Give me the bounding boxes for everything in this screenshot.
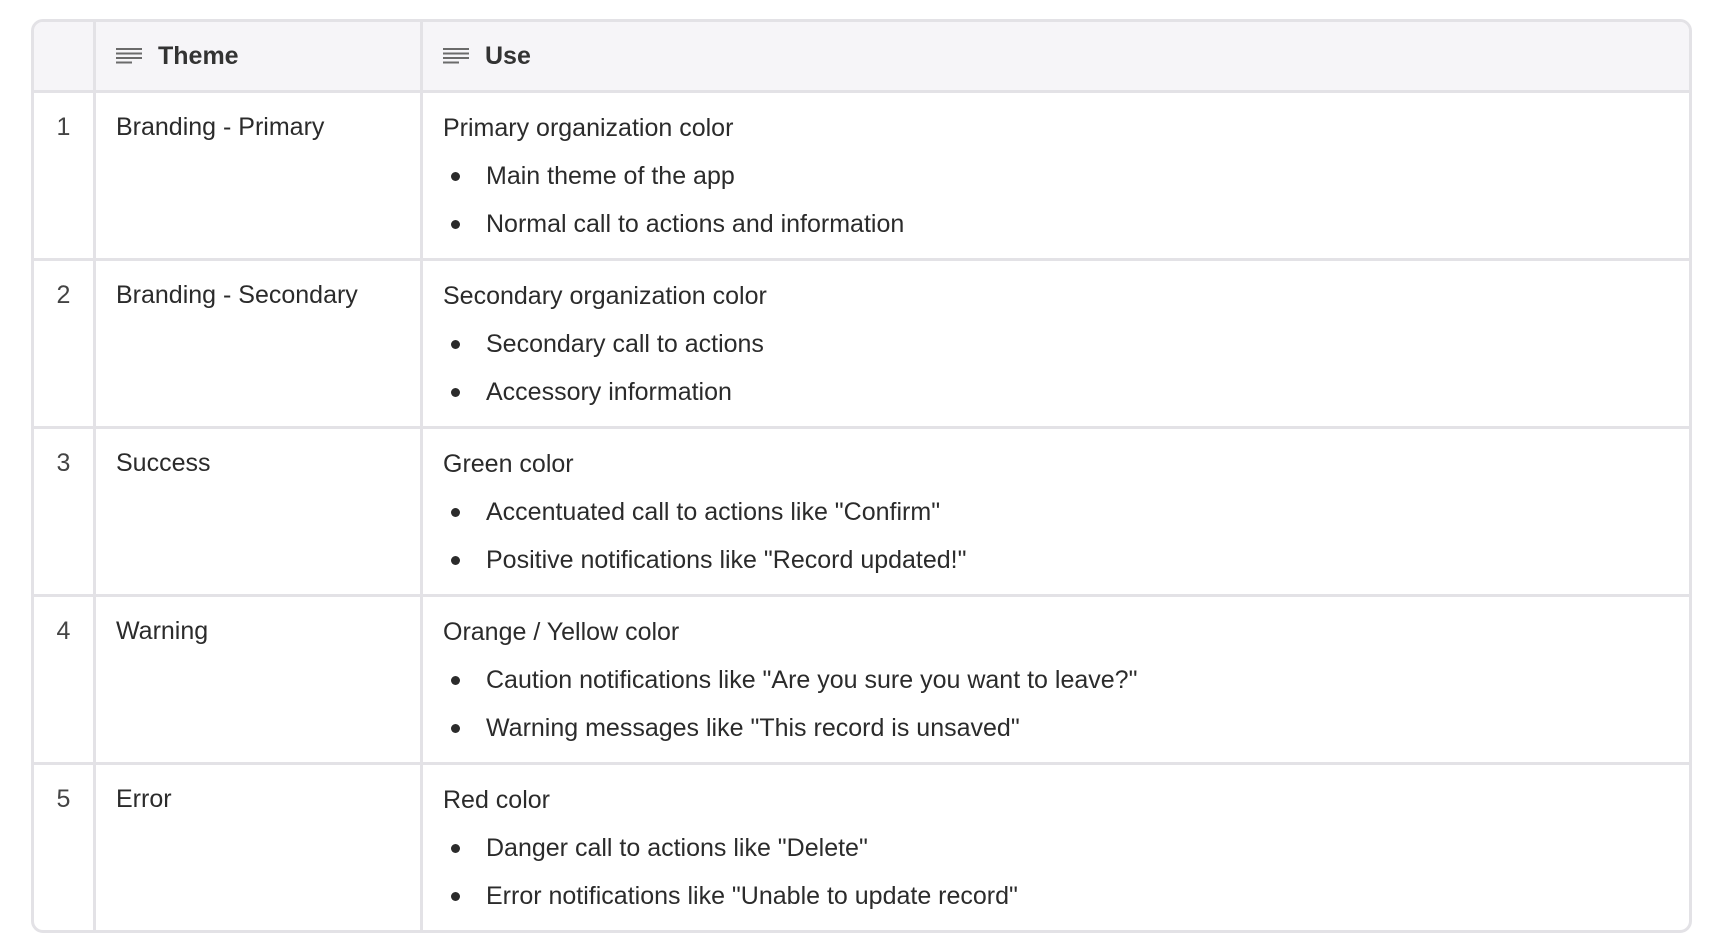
list-item-text: Danger call to actions like "Delete" <box>486 834 868 862</box>
bullet-icon <box>451 844 460 853</box>
list-item: Main theme of the app <box>443 161 1689 191</box>
bullet-icon <box>451 556 460 565</box>
use-bullet-list: Caution notifications like "Are you sure… <box>443 665 1689 743</box>
list-item: Positive notifications like "Record upda… <box>443 545 1689 575</box>
table-row[interactable]: 5 Error Red color Danger call to actions… <box>34 762 1689 930</box>
use-bullet-list: Accentuated call to actions like "Confir… <box>443 497 1689 575</box>
list-item-text: Main theme of the app <box>486 162 735 190</box>
theme-cell[interactable]: Success <box>93 429 420 594</box>
bullet-icon <box>451 724 460 733</box>
use-cell[interactable]: Red color Danger call to actions like "D… <box>420 765 1689 930</box>
row-index: 3 <box>56 449 71 477</box>
text-lines-icon <box>443 48 469 64</box>
table-header-row: Theme Use <box>34 22 1689 90</box>
use-title: Red color <box>443 786 550 814</box>
bullet-icon <box>451 172 460 181</box>
bullet-icon <box>451 388 460 397</box>
theme-cell[interactable]: Branding - Secondary <box>93 261 420 426</box>
list-item: Accentuated call to actions like "Confir… <box>443 497 1689 527</box>
list-item: Caution notifications like "Are you sure… <box>443 665 1689 695</box>
table-row[interactable]: 1 Branding - Primary Primary organizatio… <box>34 90 1689 258</box>
list-item-text: Accentuated call to actions like "Confir… <box>486 498 941 526</box>
list-item-text: Warning messages like "This record is un… <box>486 714 1020 742</box>
theme-cell[interactable]: Warning <box>93 597 420 762</box>
list-item: Accessory information <box>443 377 1689 407</box>
list-item-text: Error notifications like "Unable to upda… <box>486 882 1018 910</box>
use-title: Green color <box>443 450 574 478</box>
use-title: Primary organization color <box>443 114 734 142</box>
theme-cell[interactable]: Branding - Primary <box>93 93 420 258</box>
use-title: Secondary organization color <box>443 282 767 310</box>
row-index: 2 <box>56 281 71 309</box>
use-cell[interactable]: Primary organization color Main theme of… <box>420 93 1689 258</box>
header-use-label: Use <box>485 41 531 70</box>
list-item: Normal call to actions and information <box>443 209 1689 239</box>
table-row[interactable]: 3 Success Green color Accentuated call t… <box>34 426 1689 594</box>
list-item-text: Accessory information <box>486 378 732 406</box>
use-bullet-list: Danger call to actions like "Delete" Err… <box>443 833 1689 911</box>
list-item-text: Normal call to actions and information <box>486 210 905 238</box>
use-bullet-list: Main theme of the app Normal call to act… <box>443 161 1689 239</box>
list-item: Warning messages like "This record is un… <box>443 713 1689 743</box>
header-theme-label: Theme <box>158 41 239 70</box>
bullet-icon <box>451 220 460 229</box>
text-lines-icon <box>116 48 142 64</box>
use-cell[interactable]: Orange / Yellow color Caution notificati… <box>420 597 1689 762</box>
list-item-text: Positive notifications like "Record upda… <box>486 546 967 574</box>
header-index-cell <box>34 22 93 90</box>
list-item: Error notifications like "Unable to upda… <box>443 881 1689 911</box>
row-index: 4 <box>56 617 71 645</box>
table-row[interactable]: 2 Branding - Secondary Secondary organiz… <box>34 258 1689 426</box>
use-title: Orange / Yellow color <box>443 618 680 646</box>
list-item: Secondary call to actions <box>443 329 1689 359</box>
row-index: 1 <box>56 113 71 141</box>
theme-cell[interactable]: Error <box>93 765 420 930</box>
theme-table: Theme Use 1 Branding - Primary Primary o… <box>31 19 1692 933</box>
use-cell[interactable]: Green color Accentuated call to actions … <box>420 429 1689 594</box>
use-cell[interactable]: Secondary organization color Secondary c… <box>420 261 1689 426</box>
bullet-icon <box>451 508 460 517</box>
header-use-cell[interactable]: Use <box>420 22 1689 90</box>
list-item-text: Secondary call to actions <box>486 330 764 358</box>
row-index: 5 <box>56 785 71 813</box>
list-item: Danger call to actions like "Delete" <box>443 833 1689 863</box>
bullet-icon <box>451 676 460 685</box>
header-theme-cell[interactable]: Theme <box>93 22 420 90</box>
use-bullet-list: Secondary call to actions Accessory info… <box>443 329 1689 407</box>
list-item-text: Caution notifications like "Are you sure… <box>486 666 1138 694</box>
bullet-icon <box>451 892 460 901</box>
table-row[interactable]: 4 Warning Orange / Yellow color Caution … <box>34 594 1689 762</box>
bullet-icon <box>451 340 460 349</box>
